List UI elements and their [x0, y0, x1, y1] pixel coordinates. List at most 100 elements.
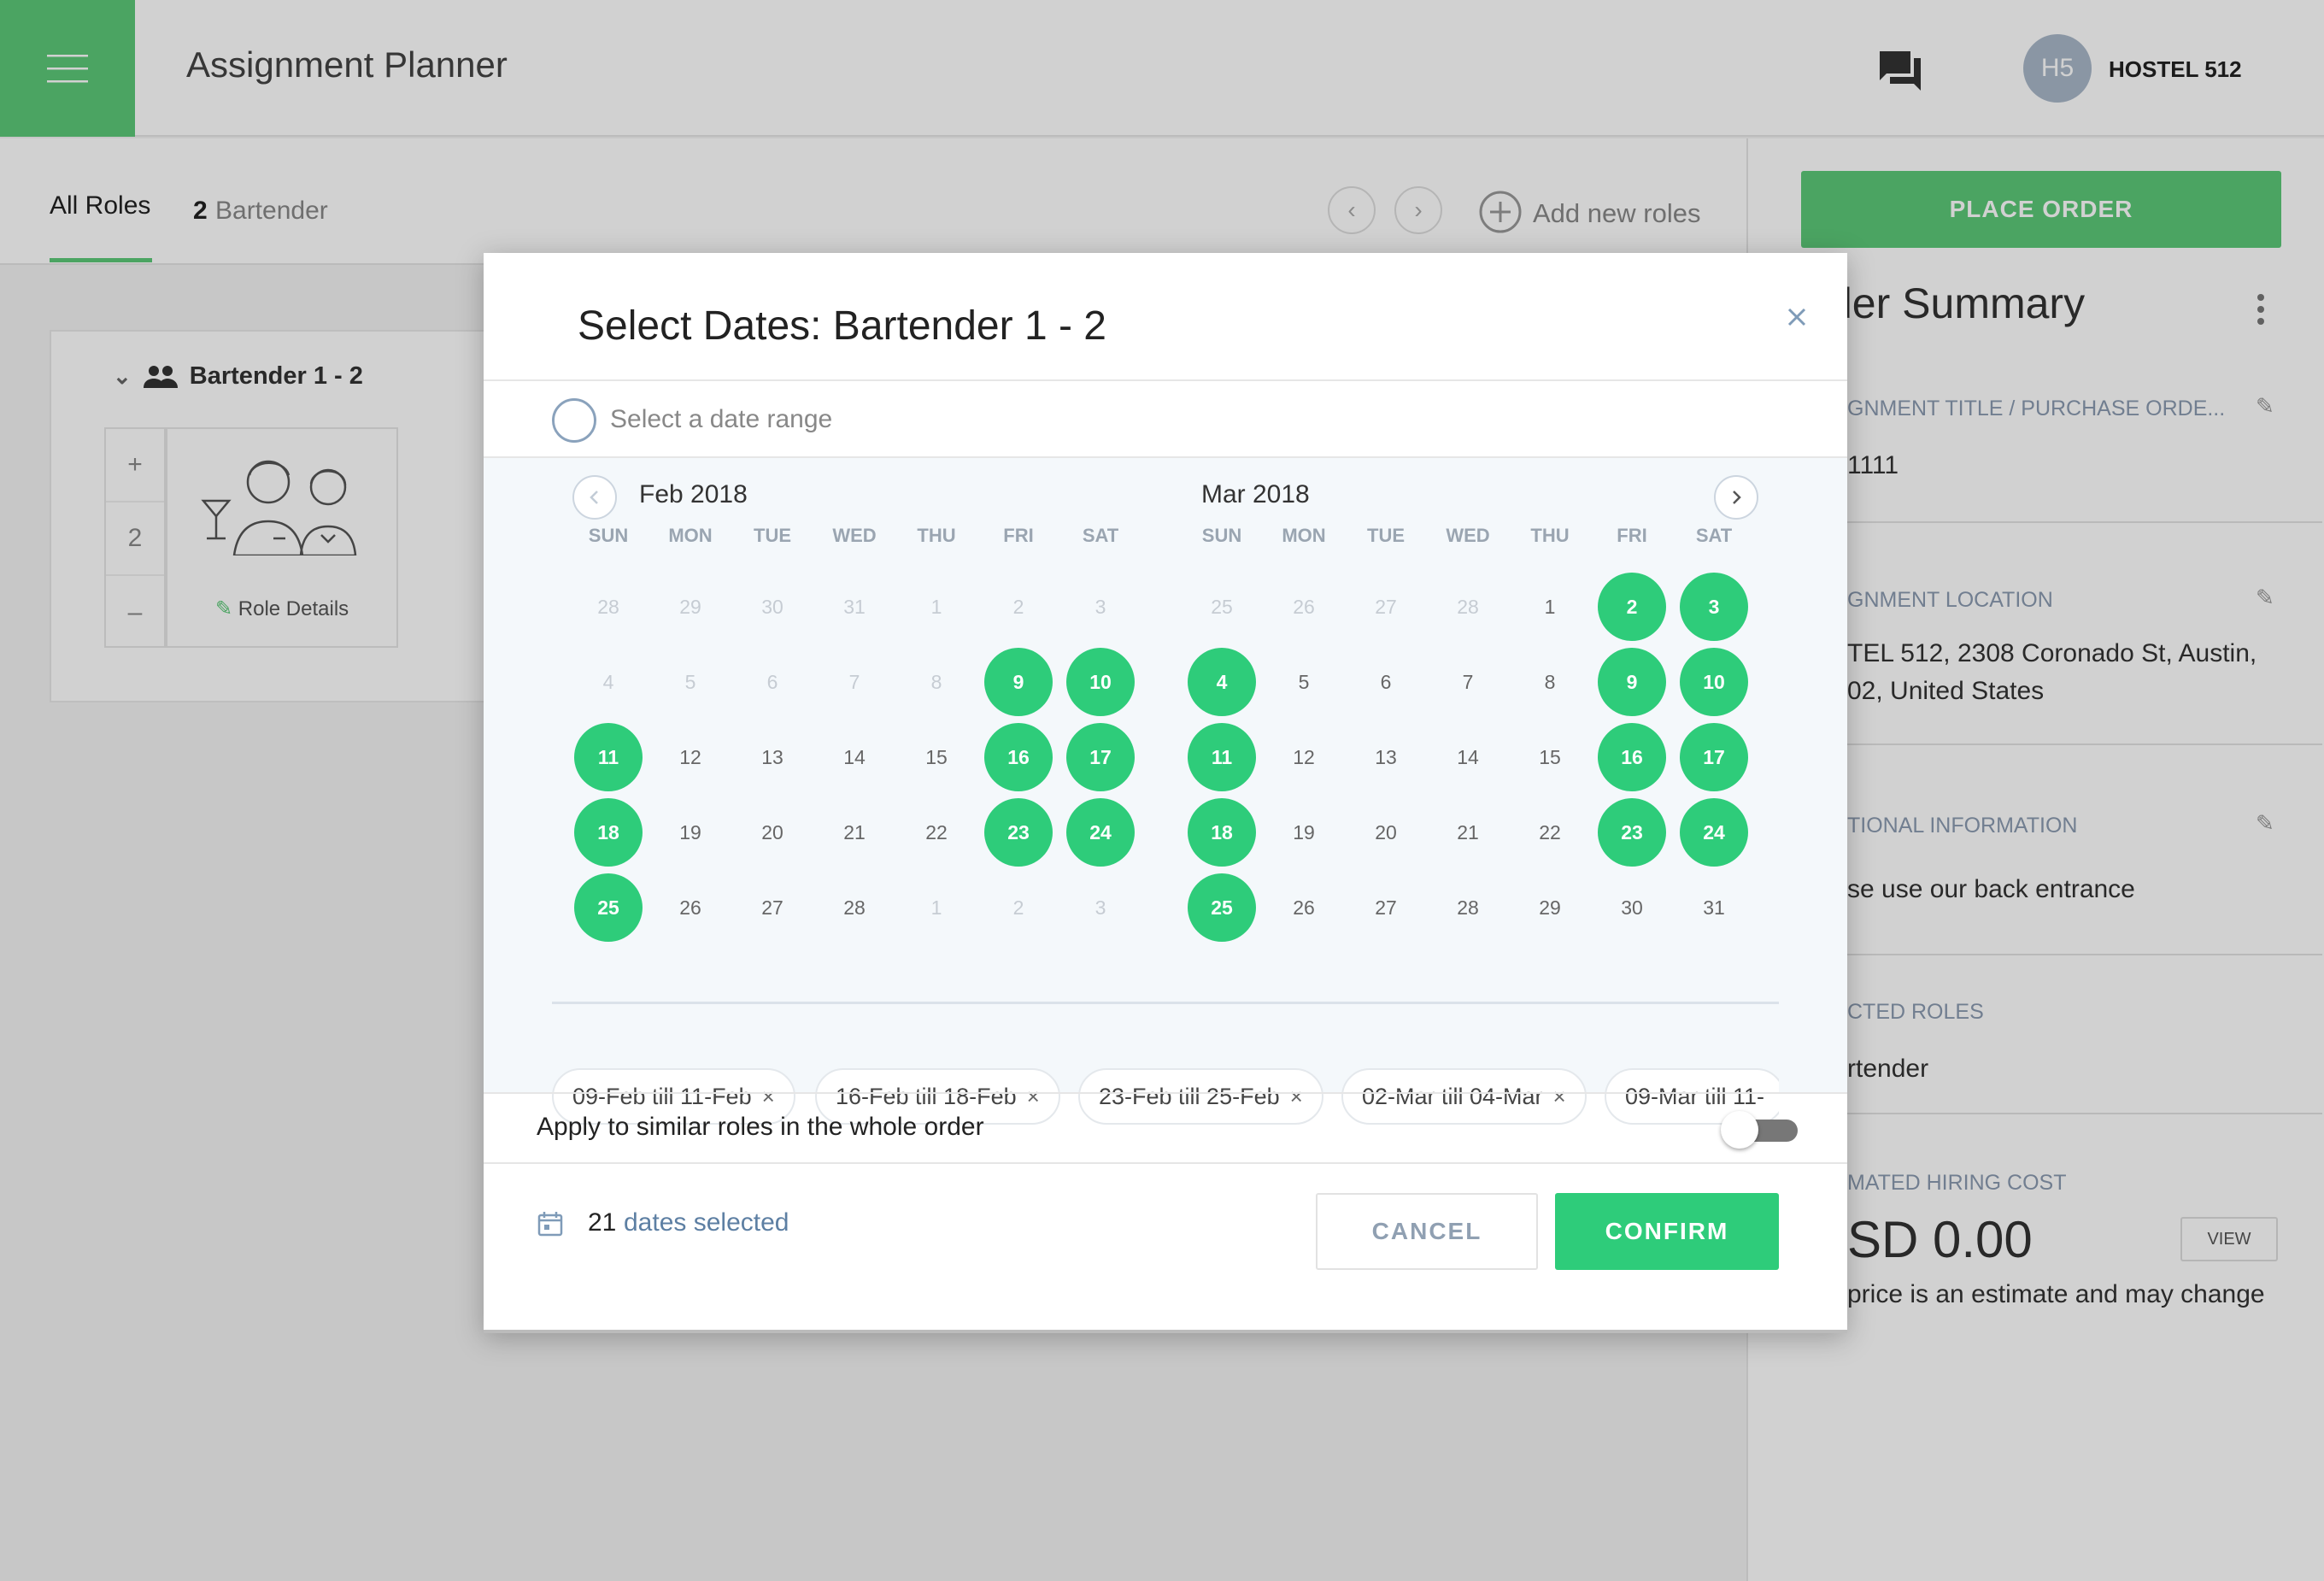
calendar-divider [552, 1002, 1779, 1004]
weekday-header: THU [1530, 525, 1570, 546]
calendar-day[interactable]: 13 [1352, 723, 1420, 791]
apply-similar-roles-row: Apply to similar roles in the whole orde… [484, 1092, 1847, 1164]
calendar-day: 2 [1012, 896, 1024, 919]
toggle-knob [1721, 1111, 1758, 1149]
calendar-day-selected[interactable]: 17 [1066, 723, 1135, 791]
weekday-header: FRI [1003, 525, 1034, 546]
calendar-day[interactable]: 21 [820, 798, 889, 867]
calendar-day[interactable]: 1 [1516, 573, 1584, 641]
weekday-header: SAT [1695, 525, 1733, 546]
calendar-area: Feb 2018 Mar 2018 SUN MON TUE WED THU FRI SAT 2… [484, 458, 1847, 1092]
weekday-header: MON [668, 525, 713, 546]
calendar-day[interactable]: 30 [1598, 873, 1666, 942]
calendar-day[interactable]: 29 [1516, 873, 1584, 942]
calendar-day[interactable]: 20 [1352, 798, 1420, 867]
calendar-next-button[interactable] [1714, 475, 1758, 520]
calendar-day-selected[interactable]: 11 [574, 723, 643, 791]
calendar-day: 1 [930, 896, 942, 919]
calendar-day[interactable]: 27 [1352, 873, 1420, 942]
weekday-header: SAT [1082, 525, 1119, 546]
calendar-day: 1 [930, 595, 942, 618]
calendar-day-selected[interactable]: 10 [1680, 648, 1748, 716]
calendar-day[interactable]: 28 [1434, 873, 1502, 942]
calendar-day[interactable]: 6 [1352, 648, 1420, 716]
dialog-title: Select Dates: Bartender 1 - 2 [578, 303, 1106, 349]
calendar-day-selected[interactable]: 2 [1598, 573, 1666, 641]
calendar-day-selected[interactable]: 23 [1598, 798, 1666, 867]
month-title-mar: Mar 2018 [1201, 480, 1310, 508]
calendar-day: 4 [602, 670, 614, 693]
calendar-day[interactable]: 21 [1434, 798, 1502, 867]
calendar-day: 27 [1375, 595, 1397, 618]
apply-similar-roles-label: Apply to similar roles in the whole orde… [537, 1113, 984, 1141]
calendar-day[interactable]: 26 [1270, 873, 1338, 942]
calendar-day[interactable]: 22 [1516, 798, 1584, 867]
calendar-day[interactable]: 14 [820, 723, 889, 791]
calendar-day[interactable]: 15 [1516, 723, 1584, 791]
weekday-header: WED [1446, 525, 1490, 546]
apply-similar-roles-toggle[interactable] [1721, 1111, 1798, 1149]
month-title-feb: Feb 2018 [639, 480, 748, 508]
calendar-day-selected[interactable]: 11 [1188, 723, 1256, 791]
calendar-day[interactable]: 20 [738, 798, 807, 867]
calendar-prev-button[interactable] [572, 475, 617, 520]
calendar-day: 8 [930, 670, 942, 693]
chevron-right-icon [1733, 491, 1741, 504]
calendar-day-selected[interactable]: 16 [984, 723, 1053, 791]
weekday-header: MON [1282, 525, 1326, 546]
weekday-header: FRI [1617, 525, 1647, 546]
calendar-day[interactable]: 13 [738, 723, 807, 791]
calendar-day[interactable]: 12 [1270, 723, 1338, 791]
calendar-day[interactable]: 27 [738, 873, 807, 942]
calendar-day: 6 [766, 670, 778, 693]
weekday-header: TUE [1367, 525, 1405, 546]
calendar-day: 26 [1293, 595, 1315, 618]
dates-selected-label: dates selected [624, 1208, 789, 1237]
close-icon[interactable] [1782, 303, 1811, 332]
calendar-day-selected[interactable]: 4 [1188, 648, 1256, 716]
calendar-day: 29 [679, 595, 701, 618]
date-range-option[interactable]: Select a date range [484, 379, 1847, 458]
confirm-button[interactable]: CONFIRM [1555, 1193, 1779, 1270]
dates-selected-count: 21 [588, 1208, 617, 1237]
calendar-day[interactable]: 22 [902, 798, 971, 867]
calendar-day: 2 [1012, 595, 1024, 618]
calendar-day[interactable]: 5 [1270, 648, 1338, 716]
calendar-day: 7 [848, 670, 860, 693]
calendar-day-selected[interactable]: 25 [1188, 873, 1256, 942]
calendar-day-selected[interactable]: 9 [1598, 648, 1666, 716]
calendar-day: 28 [597, 595, 619, 618]
calendar-day[interactable]: 31 [1680, 873, 1748, 942]
date-range-radio[interactable] [552, 398, 596, 443]
calendar-day-selected[interactable]: 16 [1598, 723, 1666, 791]
calendar-day[interactable]: 12 [656, 723, 725, 791]
calendar-day[interactable]: 26 [656, 873, 725, 942]
calendar-day-selected[interactable]: 18 [1188, 798, 1256, 867]
chevron-left-icon [590, 491, 598, 504]
calendar-day[interactable]: 8 [1516, 648, 1584, 716]
calendar-day-selected[interactable]: 17 [1680, 723, 1748, 791]
calendar-day[interactable]: 19 [1270, 798, 1338, 867]
calendar-day-selected[interactable]: 10 [1066, 648, 1135, 716]
calendar-day: 31 [843, 595, 866, 618]
calendar-day: 3 [1095, 595, 1106, 618]
calendar-day-selected[interactable]: 24 [1066, 798, 1135, 867]
calendar-day[interactable]: 7 [1434, 648, 1502, 716]
calendar-day-selected[interactable]: 18 [574, 798, 643, 867]
calendar-day[interactable]: 19 [656, 798, 725, 867]
calendar-day: 3 [1095, 896, 1106, 919]
weekday-header: THU [917, 525, 956, 546]
calendar-day: 28 [1457, 595, 1479, 618]
calendar-day-selected[interactable]: 24 [1680, 798, 1748, 867]
calendar-day[interactable]: 28 [820, 873, 889, 942]
calendar-day-selected[interactable]: 3 [1680, 573, 1748, 641]
calendar-day[interactable]: 15 [902, 723, 971, 791]
calendar-day-selected[interactable]: 23 [984, 798, 1053, 867]
calendar-day-selected[interactable]: 25 [574, 873, 643, 942]
calendar-day-selected[interactable]: 9 [984, 648, 1053, 716]
calendar-day: 5 [684, 670, 696, 693]
cancel-button[interactable]: CANCEL [1316, 1193, 1538, 1270]
calendar-day: 25 [1211, 595, 1233, 618]
calendar-day[interactable]: 14 [1434, 723, 1502, 791]
weekday-header: TUE [754, 525, 791, 546]
